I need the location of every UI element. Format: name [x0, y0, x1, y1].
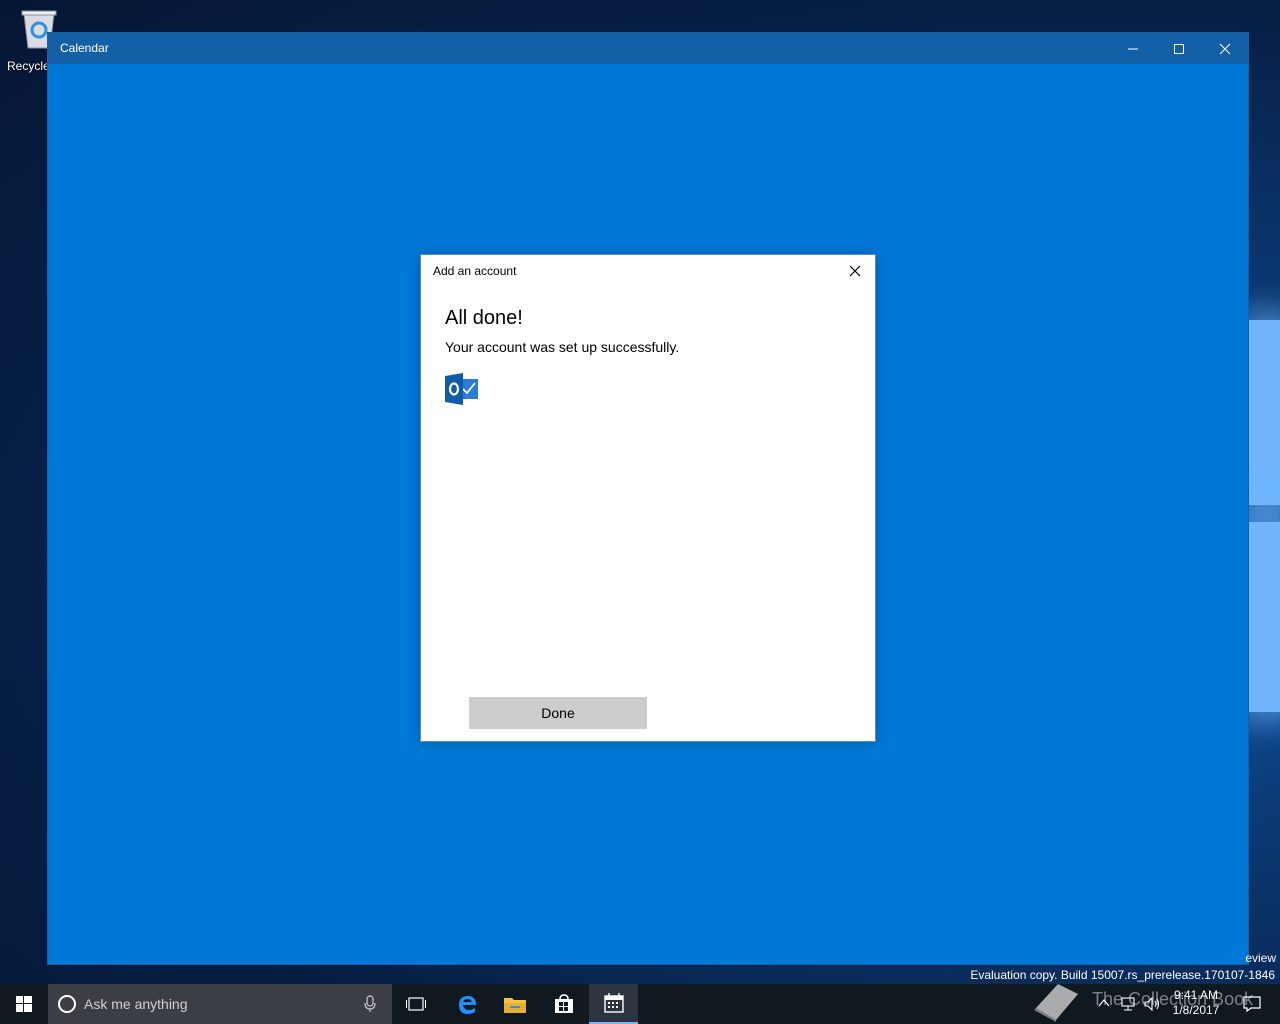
action-center-button[interactable] — [1232, 984, 1272, 1024]
close-window-button[interactable] — [1202, 33, 1248, 64]
window-title: Calendar — [60, 41, 109, 55]
close-icon — [849, 265, 861, 277]
calendar-icon — [603, 993, 624, 1013]
notification-icon — [1243, 996, 1261, 1012]
store-icon — [555, 994, 573, 1013]
store-button[interactable] — [540, 984, 588, 1024]
network-icon[interactable] — [1120, 996, 1136, 1012]
minimize-button[interactable] — [1110, 33, 1156, 64]
clock[interactable]: 9:41 AM 1/8/2017 — [1170, 988, 1222, 1018]
windows-logo-icon — [16, 996, 32, 1012]
edge-icon — [459, 996, 476, 1014]
recycle-bin-label: Recycle — [7, 59, 50, 73]
cortana-icon — [58, 995, 76, 1013]
task-view-button[interactable] — [392, 984, 440, 1024]
watermark-partial-text: eview — [1245, 951, 1276, 965]
clock-date: 1/8/2017 — [1172, 1003, 1220, 1017]
minimize-icon — [1128, 48, 1138, 49]
add-account-dialog: Add an account All done! Your account wa… — [420, 254, 876, 742]
microphone-icon[interactable] — [364, 995, 376, 1013]
title-bar[interactable]: Calendar — [48, 33, 1248, 64]
calendar-taskbar-button[interactable] — [589, 984, 638, 1024]
maximize-icon — [1174, 43, 1184, 54]
maximize-button[interactable] — [1156, 33, 1202, 64]
book-logo-icon — [1034, 984, 1078, 1022]
start-button[interactable] — [0, 984, 48, 1024]
dialog-close-button[interactable] — [841, 259, 869, 283]
desktop-wallpaper-logo — [1248, 300, 1280, 720]
chevron-up-icon[interactable] — [1098, 998, 1110, 1008]
close-icon — [1219, 43, 1231, 54]
clock-time: 9:41 AM — [1173, 988, 1219, 1002]
dialog-message: Your account was set up successfully. — [445, 339, 680, 355]
file-explorer-icon — [504, 998, 526, 1013]
dialog-title: Add an account — [433, 264, 517, 278]
outlook-icon — [445, 373, 478, 405]
search-placeholder: Ask me anything — [84, 996, 188, 1012]
task-view-icon — [406, 997, 426, 1011]
edge-button[interactable] — [443, 984, 491, 1024]
dialog-heading: All done! — [445, 307, 523, 329]
done-button[interactable]: Done — [469, 697, 647, 729]
volume-icon[interactable] — [1144, 996, 1162, 1012]
taskbar: Ask me anything The Collection Book 9:41… — [0, 984, 1280, 1024]
system-tray — [1094, 984, 1168, 1024]
evaluation-build-text: Evaluation copy. Build 15007.rs_prerelea… — [970, 968, 1275, 982]
file-explorer-button[interactable] — [491, 984, 539, 1024]
search-input[interactable]: Ask me anything — [48, 984, 392, 1024]
